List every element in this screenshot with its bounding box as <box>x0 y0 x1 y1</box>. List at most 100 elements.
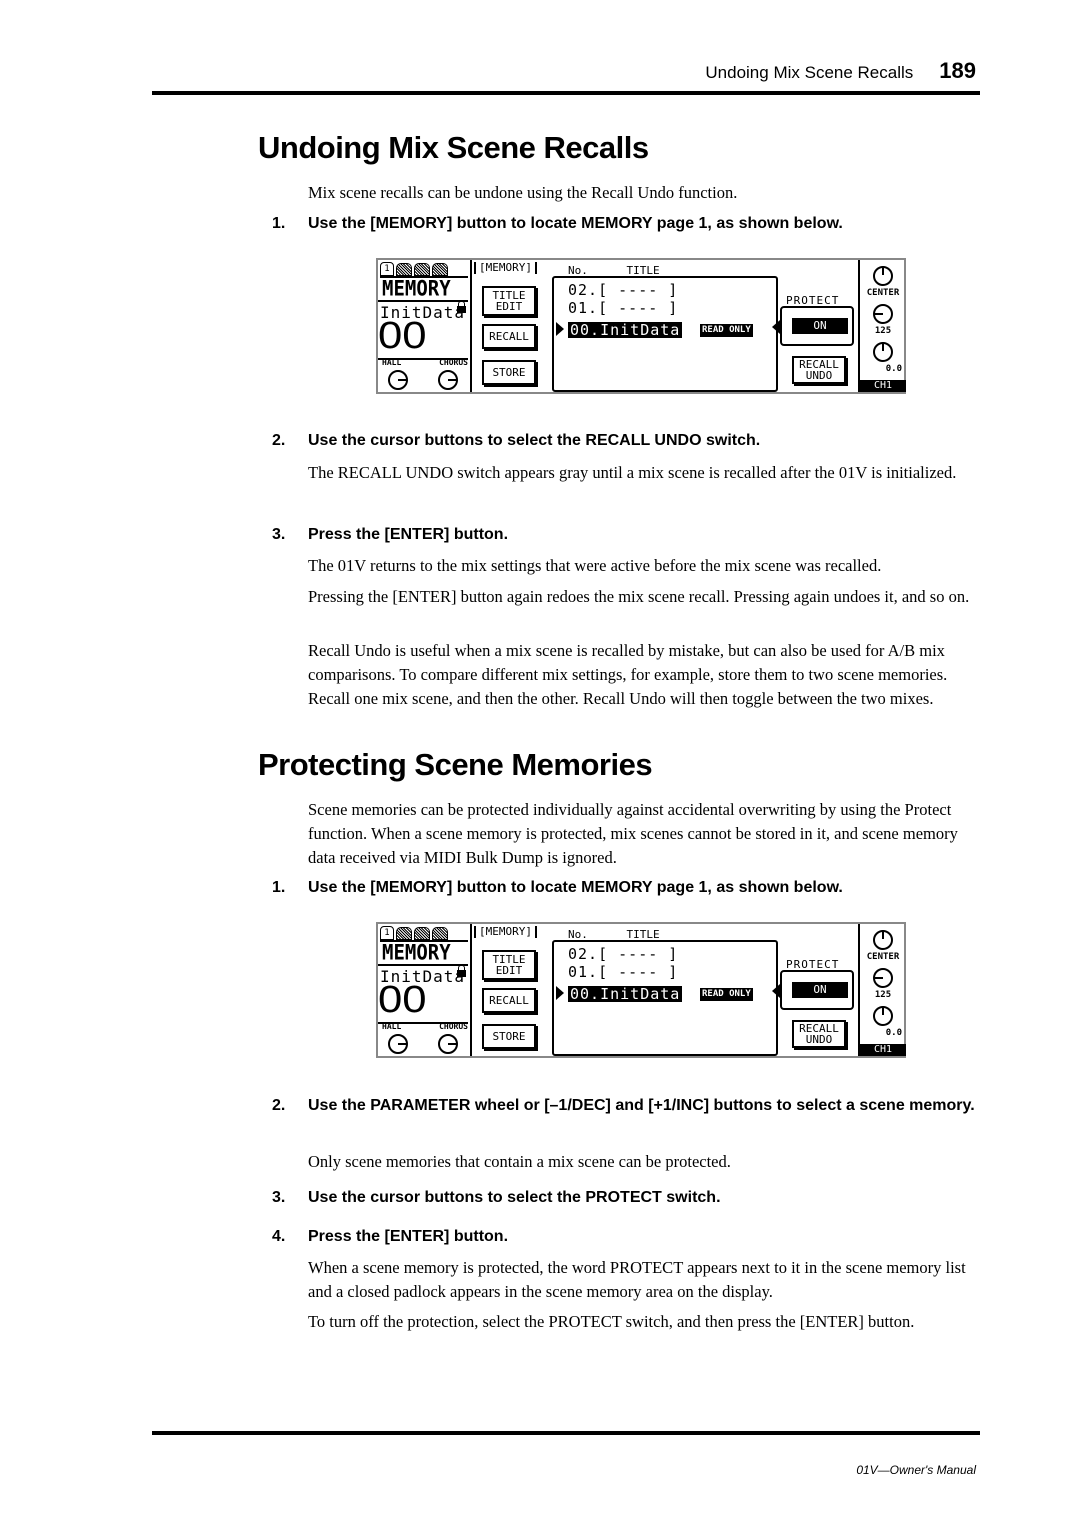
section2-intro: Scene memories can be protected individu… <box>308 800 958 867</box>
section1-step3-body-2: Pressing the [ENTER] button again redoes… <box>308 587 970 606</box>
page-tab-2[interactable] <box>396 262 412 276</box>
effect-labels: HALL CHORUS <box>382 358 468 367</box>
step-number: 1. <box>272 879 286 896</box>
channel-badge: CH1 <box>860 1044 906 1056</box>
step-number: 4. <box>272 1228 286 1245</box>
channel-strip: CENTER 125 0.0 CH1 <box>858 260 906 392</box>
hall-knob-icon[interactable] <box>388 1034 408 1054</box>
recall-button[interactable]: RECALL <box>482 324 536 349</box>
store-button[interactable]: STORE <box>482 360 536 385</box>
page-number: 189 <box>939 58 976 83</box>
list-item[interactable]: 02.[ ---- ] <box>568 946 678 962</box>
gain-knob-icon[interactable] <box>873 342 893 362</box>
section1-step3-body-3: Recall Undo is useful when a mix scene i… <box>308 641 948 708</box>
footer-rule <box>152 1431 980 1435</box>
list-item[interactable]: 01.[ ---- ] <box>568 964 678 980</box>
read-only-badge: READ ONLY <box>700 324 753 337</box>
padlock-icon <box>457 965 466 977</box>
chorus-knob-icon[interactable] <box>438 370 458 390</box>
scene-memory-area: InitData 00 <box>378 300 468 360</box>
recall-button[interactable]: RECALL <box>482 988 536 1013</box>
level-knob-icon[interactable] <box>873 304 893 324</box>
page-tabs: 1 <box>380 926 468 942</box>
function-buttons: [MEMORY] TITLE EDIT RECALL STORE <box>474 924 554 1056</box>
section-heading-undo: Undoing Mix Scene Recalls <box>258 130 649 165</box>
gain-knob-icon[interactable] <box>873 1006 893 1026</box>
page-tab-1[interactable]: 1 <box>380 926 394 940</box>
title-edit-button[interactable]: TITLE EDIT <box>482 950 536 980</box>
list-item[interactable]: 02.[ ---- ] <box>568 282 678 298</box>
section2-step-2: 2. Use the PARAMETER wheel or [–1/DEC] a… <box>272 1094 977 1118</box>
section1-step2-body: The RECALL UNDO switch appears gray unti… <box>308 463 957 482</box>
scene-number: 00 <box>378 315 427 357</box>
page-tab-3[interactable] <box>414 262 430 276</box>
page-tab-3[interactable] <box>414 926 430 940</box>
section2-step4-body-2: To turn off the protection, select the P… <box>308 1312 915 1331</box>
lcd-display-1: 1 MEMORY InitData 00 HALL CHORUS [MEMORY… <box>376 258 906 394</box>
section2-step-4: 4. Press the [ENTER] button. <box>272 1225 977 1249</box>
chorus-label: CHORUS <box>439 358 468 367</box>
section2-step2-body: Only scene memories that contain a mix s… <box>308 1152 731 1171</box>
recall-undo-button[interactable]: RECALL UNDO <box>792 1020 846 1048</box>
button-line: EDIT <box>495 964 523 977</box>
section1-step-3: 3. Press the [ENTER] button. <box>272 523 977 547</box>
pan-label: CENTER <box>866 952 900 962</box>
step-text: Use the cursor buttons to select the PRO… <box>308 1189 721 1206</box>
page-tabs: 1 <box>380 262 468 278</box>
step-number: 2. <box>272 1097 286 1114</box>
button-line: UNDO <box>805 369 833 382</box>
list-item-selected[interactable]: 00.InitData <box>568 986 683 1002</box>
list-item[interactable]: 01.[ ---- ] <box>568 300 678 316</box>
hall-label: HALL <box>382 358 402 367</box>
level-value: 125 <box>874 326 892 336</box>
pan-knob-icon[interactable] <box>873 930 893 950</box>
step-text: Use the cursor buttons to select the REC… <box>308 432 761 449</box>
step-number: 1. <box>272 215 286 232</box>
running-title: Undoing Mix Scene Recalls <box>705 63 914 82</box>
store-button[interactable]: STORE <box>482 1024 536 1049</box>
scene-memory-panel: 1 MEMORY InitData 00 HALL CHORUS <box>378 924 472 1056</box>
function-buttons: [MEMORY] TITLE EDIT RECALL STORE <box>474 260 554 392</box>
section1-step3-body-1: The 01V returns to the mix settings that… <box>308 556 882 575</box>
mode-title: MEMORY <box>382 276 451 302</box>
section1-step-1: 1. Use the [MEMORY] button to locate MEM… <box>272 212 977 236</box>
mode-title: MEMORY <box>382 940 451 966</box>
lcd-display-2: 1 MEMORY InitData 00 HALL CHORUS [MEMORY… <box>376 922 906 1058</box>
step-text: Use the [MEMORY] button to locate MEMORY… <box>308 879 843 896</box>
page-label: [MEMORY] <box>474 926 537 938</box>
section2-step-3: 3. Use the cursor buttons to select the … <box>272 1186 977 1210</box>
step-number: 3. <box>272 526 286 543</box>
cursor-arrow-icon <box>556 322 564 336</box>
page-tab-2[interactable] <box>396 926 412 940</box>
chorus-knob-icon[interactable] <box>438 1034 458 1054</box>
protect-switch[interactable]: ON <box>792 318 848 334</box>
recall-undo-button[interactable]: RECALL UNDO <box>792 356 846 384</box>
section2-step-1: 1. Use the [MEMORY] button to locate MEM… <box>272 876 977 900</box>
scene-memory-area: InitData 00 <box>378 964 468 1024</box>
chorus-label: CHORUS <box>439 1022 468 1031</box>
protect-pointer-icon <box>772 984 780 998</box>
button-line: UNDO <box>805 1033 833 1046</box>
button-line: EDIT <box>495 300 523 313</box>
section1-step-2: 2. Use the cursor buttons to select the … <box>272 429 977 453</box>
page-label: [MEMORY] <box>474 262 537 274</box>
level-knob-icon[interactable] <box>873 968 893 988</box>
pan-label: CENTER <box>866 288 900 298</box>
running-header: Undoing Mix Scene Recalls 189 <box>705 58 976 84</box>
page-tab-4[interactable] <box>432 262 448 276</box>
read-only-badge: READ ONLY <box>700 988 753 1001</box>
hall-knob-icon[interactable] <box>388 370 408 390</box>
title-edit-button[interactable]: TITLE EDIT <box>482 286 536 316</box>
padlock-icon <box>457 301 466 313</box>
pan-knob-icon[interactable] <box>873 266 893 286</box>
step-text: Use the [MEMORY] button to locate MEMORY… <box>308 215 843 232</box>
step-number: 3. <box>272 1189 286 1206</box>
page-tab-1[interactable]: 1 <box>380 262 394 276</box>
footer-manual-title: 01V—Owner's Manual <box>856 1463 976 1477</box>
section-heading-protect: Protecting Scene Memories <box>258 747 653 782</box>
list-item-selected[interactable]: 00.InitData <box>568 322 683 338</box>
page-tab-4[interactable] <box>432 926 448 940</box>
protect-switch[interactable]: ON <box>792 982 848 998</box>
section2-step4-body-1: When a scene memory is protected, the wo… <box>308 1258 966 1301</box>
step-text: Use the PARAMETER wheel or [–1/DEC] and … <box>308 1097 975 1114</box>
